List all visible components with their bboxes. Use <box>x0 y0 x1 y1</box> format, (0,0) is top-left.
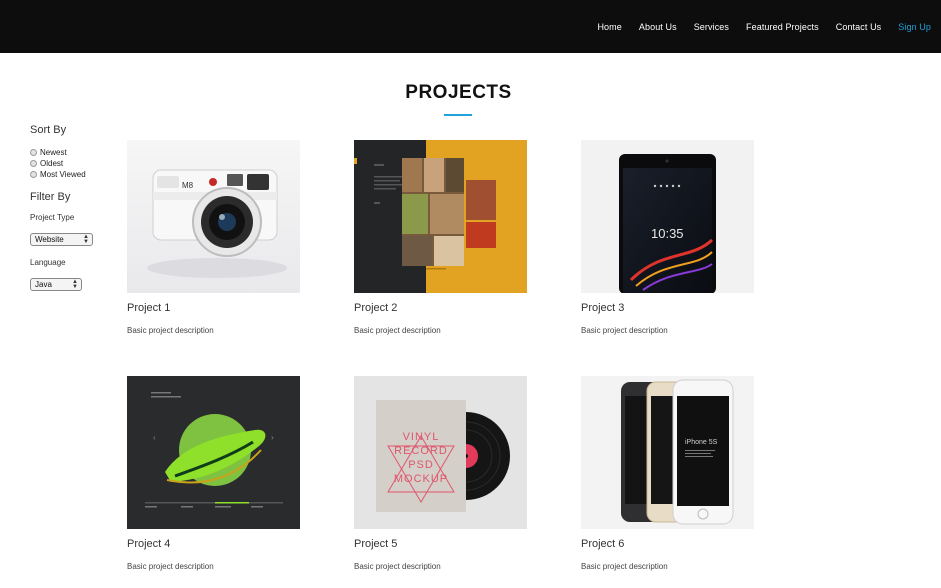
nav-link-services[interactable]: Services <box>694 22 729 32</box>
svg-text:10:35: 10:35 <box>651 226 684 241</box>
project-title[interactable]: Project 2 <box>354 302 527 314</box>
project-description: Basic project description <box>581 562 668 571</box>
project-thumbnail-sneaker[interactable]: ‹ › <box>127 376 300 529</box>
project-thumbnail-restaurant-website[interactable] <box>354 140 527 293</box>
page-title: PROJECTS <box>405 82 512 103</box>
sort-option-label: Most Viewed <box>40 170 86 179</box>
project-title[interactable]: Project 5 <box>354 538 527 550</box>
project-description: Basic project description <box>581 326 668 335</box>
project-description: Basic project description <box>354 562 441 571</box>
project-type-value: Website <box>35 235 64 244</box>
filter-heading: Filter By <box>30 191 71 203</box>
project-card[interactable]: ‹ › Project 4 Basic project description <box>127 376 300 571</box>
project-thumbnail-vinyl-record-mockup[interactable]: VINYL RECORD PSD MOCKUP <box>354 376 527 529</box>
svg-text:VINYL: VINYL <box>403 431 440 443</box>
nav-link-contact-us[interactable]: Contact Us <box>836 22 882 32</box>
project-description: Basic project description <box>127 326 214 335</box>
sort-heading: Sort By <box>30 124 67 136</box>
sort-option-newest[interactable]: Newest <box>30 147 86 158</box>
project-type-label: Project Type <box>30 213 75 222</box>
nav-link-featured-projects[interactable]: Featured Projects <box>746 22 819 32</box>
language-label: Language <box>30 258 66 267</box>
select-arrows-icon: ▲ ▼ <box>83 234 89 245</box>
project-thumbnail-smartphone[interactable]: 10:35 <box>581 140 754 293</box>
svg-text:iPhone 5S: iPhone 5S <box>685 439 718 446</box>
svg-text:‹: ‹ <box>153 433 156 442</box>
sort-options: Newest Oldest Most Viewed <box>30 147 86 180</box>
project-description: Basic project description <box>354 326 441 335</box>
sort-option-oldest[interactable]: Oldest <box>30 158 86 169</box>
sign-up-link[interactable]: Sign Up <box>898 22 931 32</box>
project-description: Basic project description <box>127 562 214 571</box>
project-card[interactable]: VINYL RECORD PSD MOCKUP Project 5 Basic … <box>354 376 527 571</box>
svg-text:PSD: PSD <box>408 459 434 471</box>
nav-links: Home About Us Services Featured Projects… <box>580 0 931 53</box>
sort-option-most-viewed[interactable]: Most Viewed <box>30 169 86 180</box>
project-card[interactable]: M8 Project 1 Basic project description <box>127 140 300 335</box>
radio-button[interactable] <box>30 171 37 178</box>
svg-text:M8: M8 <box>182 181 194 190</box>
radio-button[interactable] <box>30 149 37 156</box>
title-underline <box>444 114 472 116</box>
project-title[interactable]: Project 4 <box>127 538 300 550</box>
nav-link-home[interactable]: Home <box>597 22 621 32</box>
language-value: Java <box>35 280 52 289</box>
project-card[interactable]: iPhone 5S Project 6 Basic project descri… <box>581 376 754 571</box>
project-card[interactable]: 10:35 Project 3 Basic project descriptio… <box>581 140 754 335</box>
project-title[interactable]: Project 1 <box>127 302 300 314</box>
svg-text:RECORD: RECORD <box>394 445 448 457</box>
svg-text:MOCKUP: MOCKUP <box>394 473 448 485</box>
svg-text:›: › <box>271 433 274 442</box>
select-arrows-icon: ▲ ▼ <box>72 279 78 290</box>
language-select[interactable]: Java ▲ ▼ <box>30 278 82 291</box>
project-title[interactable]: Project 3 <box>581 302 754 314</box>
nav-link-about-us[interactable]: About Us <box>639 22 677 32</box>
top-navbar: Home About Us Services Featured Projects… <box>0 0 941 53</box>
project-card[interactable]: Project 2 Basic project description <box>354 140 527 335</box>
sort-option-label: Newest <box>40 148 67 157</box>
project-thumbnail-camera[interactable]: M8 <box>127 140 300 293</box>
sort-option-label: Oldest <box>40 159 64 168</box>
project-title[interactable]: Project 6 <box>581 538 754 550</box>
radio-button[interactable] <box>30 160 37 167</box>
project-type-select[interactable]: Website ▲ ▼ <box>30 233 93 246</box>
project-thumbnail-iphones[interactable]: iPhone 5S <box>581 376 754 529</box>
